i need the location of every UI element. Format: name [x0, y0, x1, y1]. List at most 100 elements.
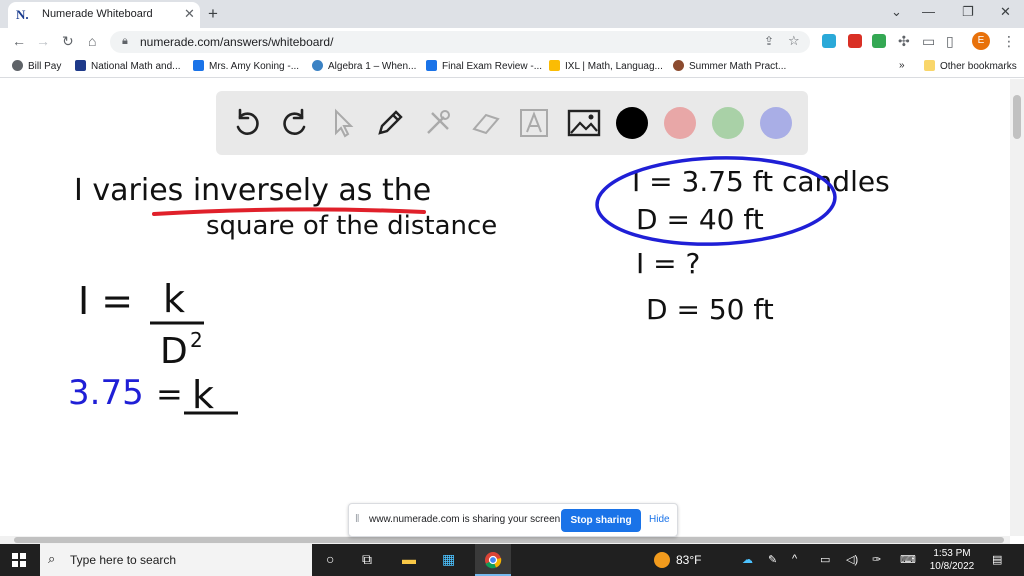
formula-exponent: 2 [190, 328, 203, 352]
vertical-scroll-thumb[interactable] [1013, 95, 1021, 139]
forward-icon[interactable]: → [36, 33, 50, 49]
extension-check-icon[interactable] [872, 34, 886, 48]
side-panel-icon[interactable]: ▯ [946, 33, 954, 50]
new-tab-icon[interactable]: + [208, 4, 218, 24]
stop-sharing-button[interactable]: Stop sharing [561, 509, 641, 532]
clock-time: 1:53 PM [933, 548, 971, 559]
back-icon[interactable]: ← [12, 33, 26, 49]
blue-circle-annotation [595, 156, 837, 246]
onedrive-icon[interactable]: ☁ [742, 553, 753, 566]
cortana-icon[interactable]: ○ [326, 551, 334, 567]
keyboard-icon[interactable]: ⌨ [900, 553, 916, 566]
fraction-bar [150, 321, 204, 325]
system-clock[interactable]: 1:53 PM 10/8/2022 [924, 547, 980, 573]
bookmark-item[interactable]: Algebra 1 – When... [312, 60, 416, 72]
doc-icon [426, 60, 437, 71]
substitution-value: 3.75 [68, 373, 144, 413]
pen-workspace-icon[interactable]: ✑ [872, 553, 881, 566]
extensions-puzzle-icon[interactable]: ✣ [898, 33, 910, 50]
substitution-fraction-bar [184, 411, 238, 415]
tab-search-icon[interactable]: ⌄ [891, 4, 902, 20]
menu-kebab-icon[interactable]: ⋮ [1002, 33, 1016, 50]
store-icon[interactable]: ▦ [442, 551, 455, 568]
ext-icon [75, 60, 86, 71]
extension-screencast-icon[interactable] [822, 34, 836, 48]
bookmarks-overflow-icon[interactable]: » [899, 60, 905, 71]
globe-icon [12, 60, 23, 71]
pointer-icon[interactable] [324, 105, 360, 141]
whiteboard-canvas[interactable]: I varies inversely as the square of the … [0, 79, 1010, 536]
lock-icon[interactable]: 🔒︎ [122, 35, 128, 48]
color-green-swatch[interactable] [712, 107, 744, 139]
handwritten-line-1: I varies inversely as the [74, 173, 432, 208]
weather-sun-icon[interactable] [654, 552, 670, 568]
text-icon[interactable] [516, 105, 552, 141]
tab-numerade-whiteboard[interactable]: N. Numerade Whiteboard ✕ [8, 2, 200, 28]
reload-icon[interactable]: ↻ [62, 33, 74, 50]
drag-handle-icon[interactable]: ‖ [355, 513, 360, 525]
horizontal-scrollbar[interactable] [0, 536, 1010, 544]
show-hidden-icons-icon[interactable]: ^ [792, 553, 797, 565]
substitution-equals: = [156, 375, 183, 413]
whiteboard-toolbar [216, 91, 808, 155]
other-bookmarks[interactable]: Other bookmarks [924, 60, 1017, 72]
handwritten-line-2: square of the distance [206, 211, 498, 241]
restore-icon[interactable]: ❐ [962, 4, 974, 20]
notifications-icon[interactable]: ▤ [992, 553, 1002, 566]
ixl-icon [549, 60, 560, 71]
minimize-icon[interactable]: — [922, 4, 935, 19]
color-black-swatch[interactable] [616, 107, 648, 139]
tools-icon[interactable] [420, 105, 456, 141]
extension-pdf-icon[interactable] [848, 34, 862, 48]
bookmarks-bar: Bill Pay National Math and... Mrs. Amy K… [0, 56, 1024, 78]
doc-icon [193, 60, 204, 71]
eraser-icon[interactable] [468, 105, 504, 141]
formula-denominator: D [160, 331, 188, 372]
redo-icon[interactable] [276, 105, 312, 141]
url-text[interactable]: numerade.com/answers/whiteboard/ [140, 35, 333, 49]
horizontal-scroll-thumb[interactable] [14, 537, 1004, 543]
tab-strip: N. Numerade Whiteboard ✕ + ⌄ — ❐ ✕ [0, 0, 1024, 28]
stylus-icon[interactable]: ✎ [768, 553, 777, 566]
clock-date: 10/8/2022 [929, 561, 975, 572]
pen-icon[interactable] [372, 105, 408, 141]
task-view-icon[interactable]: ⧉ [362, 551, 372, 568]
folder-icon [924, 60, 935, 71]
bookmark-star-icon[interactable]: ☆ [788, 33, 800, 49]
color-lavender-swatch[interactable] [760, 107, 792, 139]
cast-icon[interactable]: ▭ [922, 33, 935, 50]
image-icon[interactable] [566, 105, 602, 141]
undo-icon[interactable] [230, 105, 266, 141]
vertical-scrollbar[interactable] [1010, 79, 1024, 536]
tab-close-icon[interactable]: ✕ [184, 6, 195, 22]
formula-lhs: I = [78, 279, 134, 323]
volume-icon[interactable]: ◁) [846, 553, 858, 566]
windows-taskbar: ⌕ Type here to search ○ ⧉ ▬ ▦ 83°F ☁ ✎ ^… [0, 544, 1024, 576]
hide-banner-link[interactable]: Hide [649, 514, 670, 525]
chrome-taskbar-button[interactable] [475, 544, 511, 576]
bookmark-item[interactable]: Mrs. Amy Koning -... [193, 60, 299, 72]
share-message: www.numerade.com is sharing your screen. [369, 514, 563, 525]
new-distance: D = 50 ft [646, 293, 774, 326]
bookmark-item[interactable]: IXL | Math, Languag... [549, 60, 663, 72]
screen-share-banner: ‖ www.numerade.com is sharing your scree… [348, 503, 678, 537]
profile-avatar[interactable]: E [972, 32, 990, 50]
address-bar[interactable]: 🔒︎ numerade.com/answers/whiteboard/ ⇪ ☆ [110, 31, 810, 53]
taskbar-search[interactable]: ⌕ Type here to search [40, 544, 312, 576]
share-icon[interactable]: ⇪ [764, 34, 774, 48]
bookmark-item[interactable]: National Math and... [75, 60, 181, 72]
color-pink-swatch[interactable] [664, 107, 696, 139]
bookmark-item[interactable]: Bill Pay [12, 60, 61, 72]
weather-temperature[interactable]: 83°F [676, 553, 701, 567]
bookmark-item[interactable]: Final Exam Review -... [426, 60, 542, 72]
file-explorer-icon[interactable]: ▬ [402, 551, 416, 567]
navigation-bar: ← → ↻ ⌂ 🔒︎ numerade.com/answers/whiteboa… [0, 28, 1024, 56]
windows-start-icon[interactable] [12, 553, 26, 567]
network-icon[interactable]: ▭ [820, 553, 830, 566]
bookmark-item[interactable]: Summer Math Pract... [673, 60, 786, 72]
window-close-icon[interactable]: ✕ [1000, 4, 1011, 20]
home-icon[interactable]: ⌂ [88, 33, 96, 49]
wordpress-icon [312, 60, 323, 71]
search-placeholder: Type here to search [70, 553, 177, 567]
formula-numerator: k [163, 277, 186, 321]
